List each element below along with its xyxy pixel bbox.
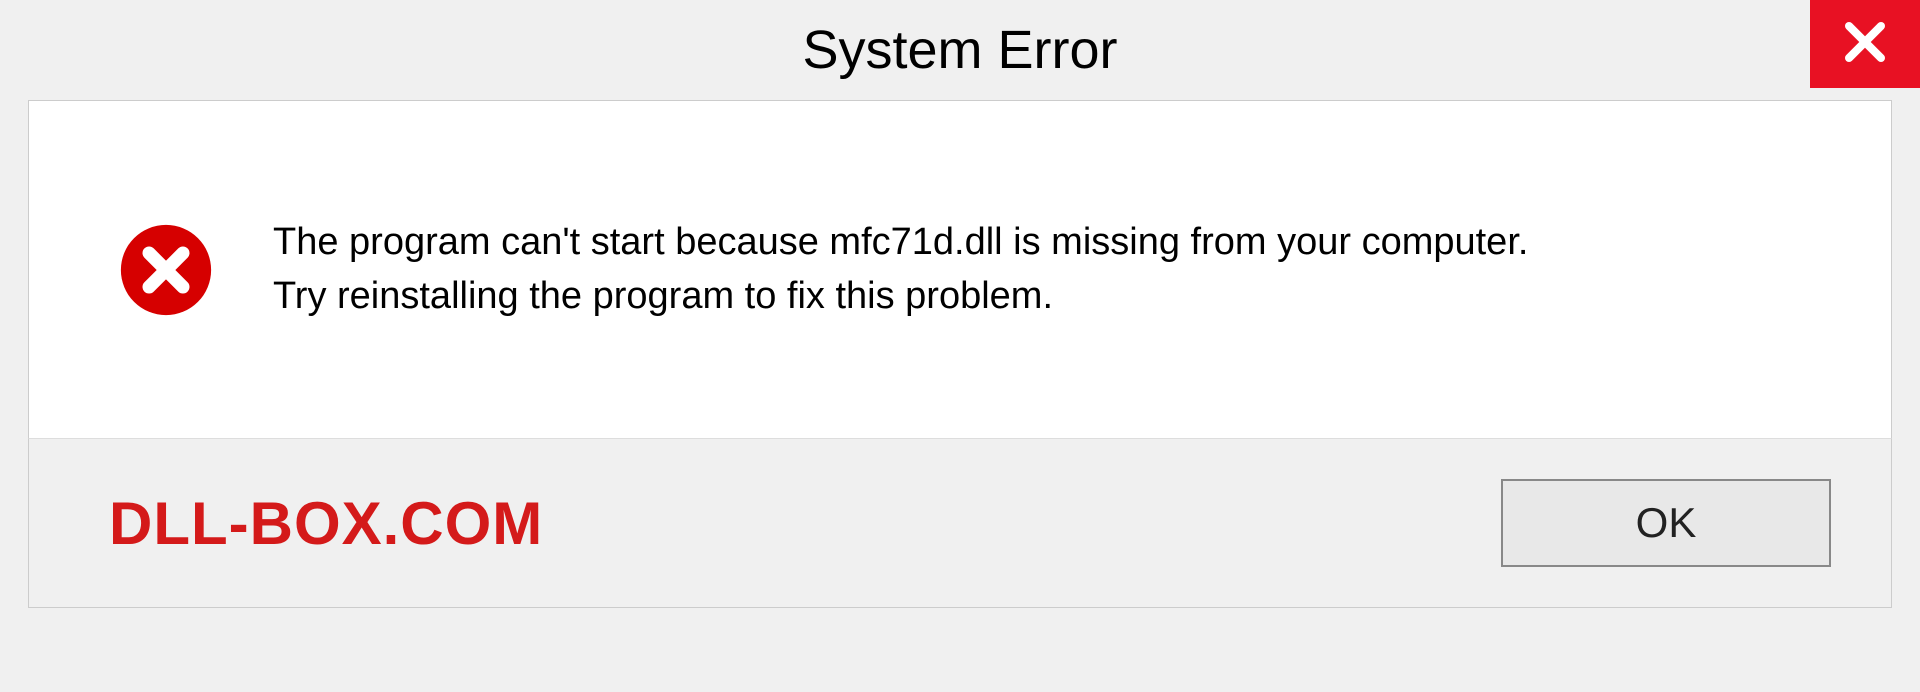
content-panel: The program can't start because mfc71d.d…	[28, 100, 1892, 438]
error-message: The program can't start because mfc71d.d…	[273, 216, 1851, 322]
close-icon	[1841, 18, 1889, 71]
watermark-text: DLL-BOX.COM	[109, 489, 543, 558]
title-bar: System Error	[0, 0, 1920, 100]
error-message-line-2: Try reinstalling the program to fix this…	[273, 270, 1851, 323]
footer-bar: DLL-BOX.COM OK	[28, 438, 1892, 608]
close-button[interactable]	[1810, 0, 1920, 88]
error-message-line-1: The program can't start because mfc71d.d…	[273, 216, 1851, 269]
error-icon	[119, 223, 213, 317]
ok-button[interactable]: OK	[1501, 479, 1831, 567]
dialog-title: System Error	[802, 19, 1117, 81]
